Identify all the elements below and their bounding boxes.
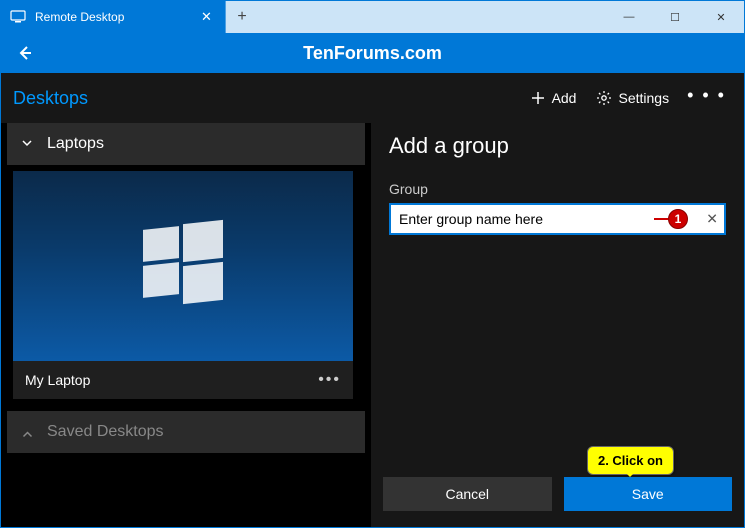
window-minimize-button[interactable]: — <box>606 1 652 33</box>
chevron-down-icon <box>21 137 37 152</box>
left-pane-header: Desktops <box>1 73 371 123</box>
add-label: Add <box>552 90 577 106</box>
pc-name-label: My Laptop <box>25 372 90 388</box>
arrow-left-icon <box>15 43 35 63</box>
windows-logo-icon <box>143 222 223 302</box>
group-row-saved-desktops[interactable]: Saved Desktops <box>7 411 365 453</box>
watermark-text: TenForums.com <box>303 43 442 64</box>
settings-button[interactable]: Settings <box>588 84 677 112</box>
desktops-heading: Desktops <box>13 88 88 109</box>
form-button-row: Cancel Save <box>383 477 732 511</box>
window-controls: — ☐ ✕ <box>606 1 744 33</box>
chevron-right-icon <box>22 424 37 440</box>
window-close-button[interactable]: ✕ <box>698 1 744 33</box>
window-maximize-button[interactable]: ☐ <box>652 1 698 33</box>
remote-desktop-icon <box>9 8 27 26</box>
cancel-button[interactable]: Cancel <box>383 477 552 511</box>
clear-input-button[interactable]: ✕ <box>706 211 718 228</box>
pc-footer: My Laptop ••• <box>13 361 353 399</box>
group-input-wrap: ✕ 1 <box>389 203 726 235</box>
top-action-bar: Add Settings • • • <box>383 73 732 123</box>
nav-bar: TenForums.com <box>1 33 744 73</box>
group-row-laptops[interactable]: Laptops <box>7 123 365 165</box>
gear-icon <box>596 90 612 106</box>
window-titlebar: Remote Desktop ✕ + — ☐ ✕ <box>1 1 744 33</box>
pc-thumbnail <box>13 171 353 361</box>
group-field-label: Group <box>389 181 726 197</box>
group-label: Laptops <box>47 135 104 153</box>
app-tab-remote-desktop[interactable]: Remote Desktop ✕ <box>1 1 226 33</box>
add-group-form: Add a group Group ✕ 1 <box>383 123 732 527</box>
content-area: Desktops Laptops My Lap <box>1 73 744 527</box>
tab-label: Remote Desktop <box>35 10 201 24</box>
group-label: Saved Desktops <box>47 423 164 441</box>
add-button[interactable]: Add <box>522 84 585 112</box>
pc-card[interactable]: My Laptop ••• <box>13 171 353 399</box>
more-button[interactable]: • • • <box>681 85 732 112</box>
tab-strip-bg <box>258 1 606 33</box>
left-pane: Desktops Laptops My Lap <box>1 73 371 527</box>
form-title: Add a group <box>389 133 726 159</box>
pc-list: My Laptop ••• <box>1 165 371 405</box>
settings-label: Settings <box>618 90 669 106</box>
group-name-input[interactable] <box>389 203 726 235</box>
new-tab-button[interactable]: + <box>226 1 258 33</box>
pc-more-button[interactable]: ••• <box>318 371 341 389</box>
save-button[interactable]: Save <box>564 477 733 511</box>
plus-icon <box>530 90 546 106</box>
tab-strip: Remote Desktop ✕ + <box>1 1 606 33</box>
right-pane: Add Settings • • • Add a group Group ✕ 1 <box>371 73 744 527</box>
back-button[interactable] <box>1 33 49 73</box>
tab-close-icon[interactable]: ✕ <box>201 9 217 25</box>
